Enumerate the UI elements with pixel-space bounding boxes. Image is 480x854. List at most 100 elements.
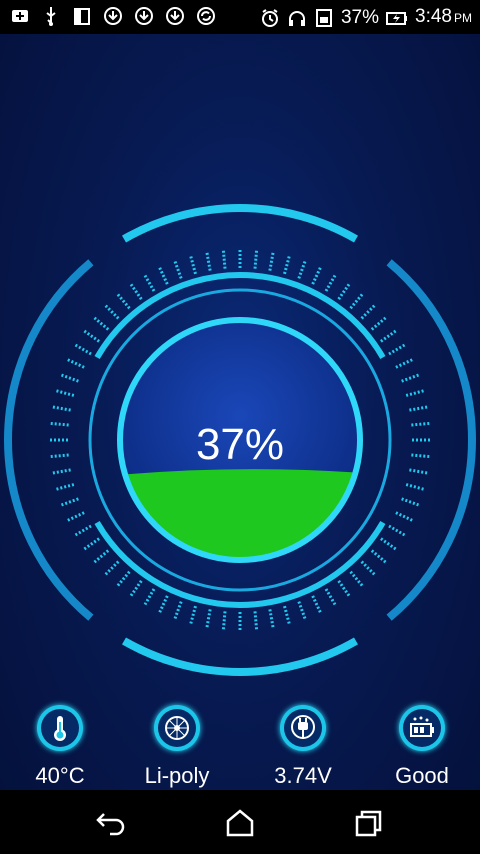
recents-icon[interactable] — [348, 808, 388, 838]
temperature-label: 40°C — [35, 763, 85, 788]
gauge-tick — [395, 511, 413, 522]
gauge-tick — [205, 252, 212, 271]
technology-stat: Li-poly — [117, 705, 237, 789]
gauge-tick — [297, 260, 307, 279]
gauge-tick — [268, 609, 275, 628]
plug-icon — [284, 709, 322, 747]
gauge-tick — [52, 468, 71, 475]
gauge-tick — [221, 611, 227, 630]
gauge-tick — [189, 605, 197, 624]
gauge-tick — [56, 483, 75, 491]
gauge-tick — [173, 260, 183, 279]
gauge-tick — [349, 570, 364, 587]
headset-icon — [288, 10, 305, 26]
battery-percent-text: 37% — [340, 6, 380, 28]
gauge-tick — [360, 304, 376, 320]
clock-text: 3:48 PM — [415, 5, 472, 30]
gauge-tick — [388, 343, 406, 356]
clock-ampm: PM — [454, 11, 472, 25]
voltage-stat: 3.74V — [243, 705, 363, 789]
battery-stats: 40°C Li-poly 3.74V Good — [0, 705, 480, 790]
status-bar-notifications — [10, 5, 216, 27]
download-icon — [166, 7, 184, 25]
battery-screen: 37% 3:48 PM 37% 40°C Li-poly 3.74V Good — [0, 0, 480, 854]
gauge-tick — [401, 373, 420, 383]
gauge-tick — [83, 537, 100, 551]
gauge-tick — [104, 560, 120, 576]
gauge-arc — [122, 204, 358, 243]
gauge-tick — [67, 511, 85, 522]
download-icon — [135, 7, 153, 25]
health-stat: Good — [362, 705, 480, 789]
voltage-label: 3.74V — [274, 763, 332, 788]
navigation-bar — [0, 790, 480, 854]
gauge-tick — [401, 497, 420, 507]
battery-level-fill — [122, 469, 358, 558]
gauge-tick — [93, 316, 110, 331]
gauge-tick — [60, 497, 79, 507]
gauge-tick — [60, 373, 79, 383]
gauge-tick — [143, 588, 156, 606]
stat-icon-ring — [37, 705, 83, 751]
gauge-tick — [370, 549, 387, 564]
gauge-tick — [311, 595, 322, 613]
gauge-tick — [143, 274, 156, 292]
gauge-tick — [104, 304, 120, 320]
battery-health-icon — [403, 709, 441, 747]
health-label: Good — [395, 763, 449, 788]
usb-icon — [46, 7, 56, 26]
gauge-tick — [189, 256, 197, 275]
gauge-tick — [116, 293, 131, 310]
stat-icon-ring — [280, 705, 326, 751]
gauge-tick — [324, 588, 337, 606]
gauge-tick — [360, 560, 376, 576]
gauge-tick — [173, 601, 183, 620]
gauge-tick — [83, 329, 100, 343]
alarm-icon — [261, 8, 278, 27]
gauge-tick — [158, 267, 169, 285]
gauge-tick — [311, 267, 322, 285]
gauge-tick — [253, 250, 259, 269]
gauge-tick — [405, 483, 424, 491]
gauge-tick — [93, 549, 110, 564]
gauge-tick — [129, 283, 143, 300]
clock-time: 3:48 — [415, 6, 452, 27]
gauge-tick — [116, 570, 131, 587]
home-icon[interactable] — [220, 808, 260, 838]
technology-label: Li-poly — [144, 763, 210, 788]
sim-icon — [74, 8, 90, 25]
status-bar-system: 37% 3:48 PM — [260, 5, 472, 30]
status-bar: 37% 3:48 PM — [0, 0, 480, 34]
memory-icon — [315, 8, 332, 27]
gauge-tick — [158, 595, 169, 613]
gauge-tick — [56, 389, 75, 397]
add-icon — [12, 10, 28, 22]
gauge-tick — [221, 250, 227, 269]
gauge-tick — [74, 524, 92, 537]
gauge-tick — [388, 524, 406, 537]
back-icon[interactable] — [92, 808, 132, 838]
gauge-tick — [67, 358, 85, 369]
gauge-tick — [405, 389, 424, 397]
gauge-tick — [253, 611, 259, 630]
stat-icon-ring — [399, 705, 445, 751]
gauge-tick — [409, 405, 428, 412]
gauge-tick — [380, 329, 397, 343]
gauge-tick — [349, 293, 364, 310]
sync-icon — [197, 7, 215, 25]
battery-percent-label: 37% — [195, 420, 285, 469]
gauge-tick — [337, 580, 351, 597]
gauge-tick — [52, 405, 71, 412]
download-icon — [104, 7, 122, 25]
gauge-tick — [380, 537, 397, 551]
gauge-tick — [395, 358, 413, 369]
battery-tech-icon — [158, 709, 196, 747]
thermometer-icon — [41, 709, 79, 747]
temperature-stat: 40°C — [0, 705, 120, 789]
gauge-tick — [337, 283, 351, 300]
gauge-tick — [370, 316, 387, 331]
gauge-arc — [122, 637, 358, 676]
gauge-tick — [283, 605, 291, 624]
gauge-tick — [297, 601, 307, 620]
gauge-tick — [409, 468, 428, 475]
